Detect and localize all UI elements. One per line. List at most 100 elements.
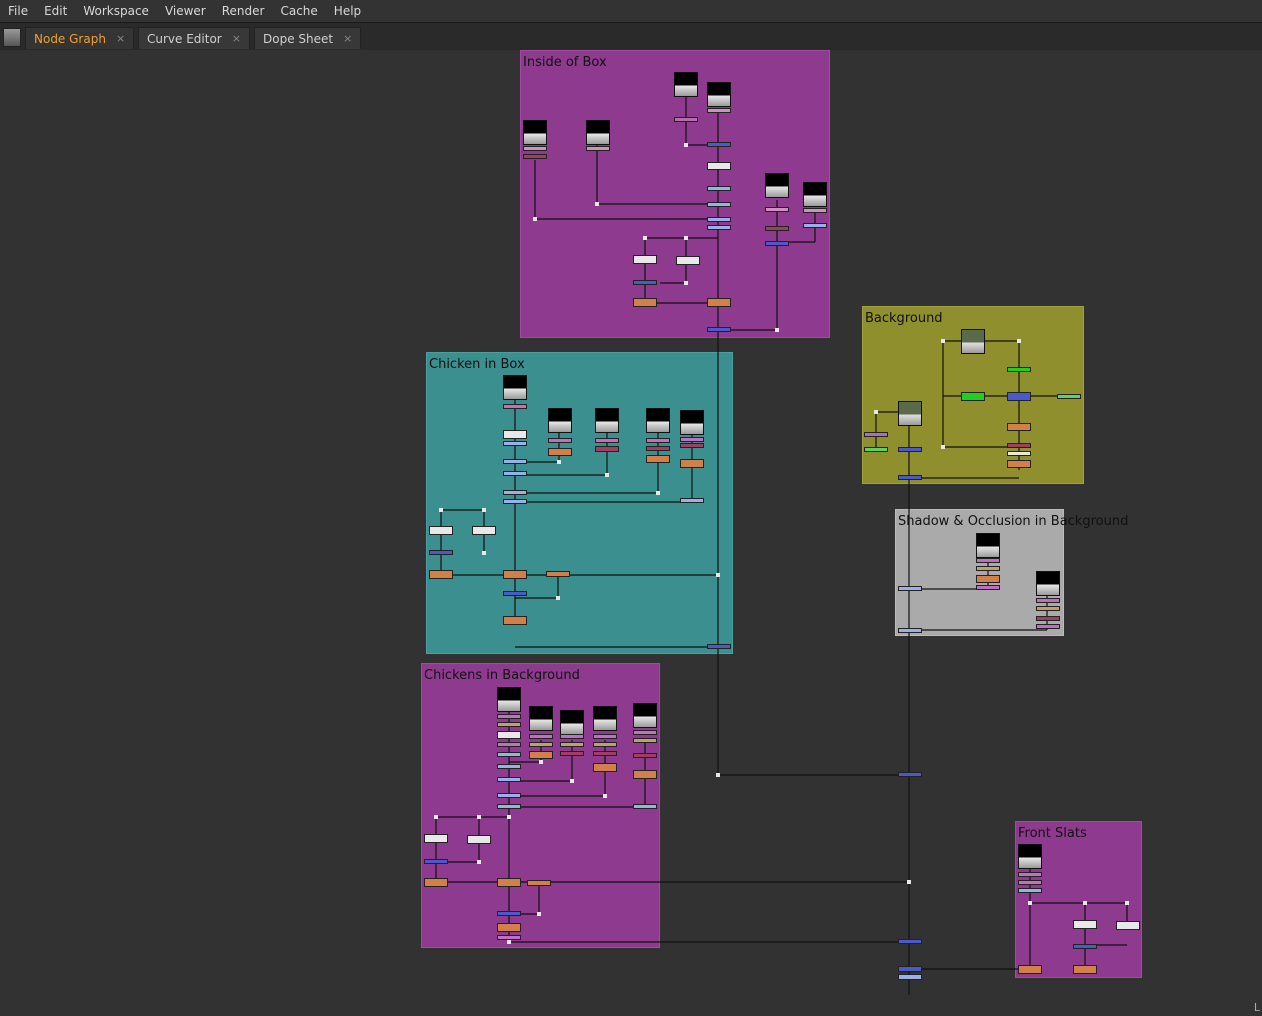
read-node[interactable] bbox=[1018, 844, 1042, 869]
read-node[interactable] bbox=[961, 329, 985, 354]
shuffle-node[interactable] bbox=[595, 438, 619, 443]
copy-node[interactable] bbox=[503, 430, 527, 439]
blur-node[interactable] bbox=[467, 835, 491, 844]
shuffle-node[interactable] bbox=[765, 207, 789, 212]
grade-node[interactable] bbox=[1007, 367, 1031, 372]
grade-node[interactable] bbox=[529, 751, 553, 759]
read-node[interactable] bbox=[674, 72, 698, 97]
shuffle-node[interactable] bbox=[593, 734, 617, 739]
grade-node[interactable] bbox=[1007, 460, 1031, 468]
merge-node[interactable] bbox=[898, 628, 922, 633]
merge-node[interactable] bbox=[680, 498, 704, 503]
dot-node[interactable] bbox=[656, 491, 660, 495]
grade-node[interactable] bbox=[1036, 606, 1060, 611]
grade-node[interactable] bbox=[633, 298, 657, 307]
read-node[interactable] bbox=[560, 710, 584, 735]
grade-node[interactable] bbox=[1073, 965, 1097, 974]
merge-node[interactable] bbox=[503, 499, 527, 504]
grade-node[interactable] bbox=[646, 455, 670, 463]
dot-node[interactable] bbox=[556, 596, 560, 600]
grade-node[interactable] bbox=[497, 923, 521, 932]
read-node[interactable] bbox=[548, 408, 572, 433]
grade-node[interactable] bbox=[765, 226, 789, 231]
grade-node[interactable] bbox=[503, 570, 527, 579]
merge-node[interactable] bbox=[898, 974, 922, 980]
merge-node[interactable] bbox=[497, 764, 521, 769]
read-node[interactable] bbox=[497, 687, 521, 712]
read-node[interactable] bbox=[595, 408, 619, 433]
blur-node[interactable] bbox=[676, 256, 700, 265]
grade-node[interactable] bbox=[546, 571, 570, 577]
dot-node[interactable] bbox=[507, 940, 511, 944]
merge-node[interactable] bbox=[503, 471, 527, 476]
shuffle-node[interactable] bbox=[1018, 872, 1042, 877]
grade-node[interactable] bbox=[560, 751, 584, 756]
dot-node[interactable] bbox=[603, 794, 607, 798]
shuffle-node[interactable] bbox=[503, 404, 527, 409]
grade-node[interactable] bbox=[527, 880, 551, 886]
grade-node[interactable] bbox=[593, 742, 617, 747]
merge-node[interactable] bbox=[898, 586, 922, 591]
merge-node[interactable] bbox=[707, 217, 731, 222]
merge-node[interactable] bbox=[424, 859, 448, 864]
dot-node[interactable] bbox=[874, 410, 878, 414]
read-node[interactable] bbox=[803, 182, 827, 207]
merge-node[interactable] bbox=[503, 490, 527, 495]
read-node[interactable] bbox=[898, 401, 922, 426]
read-node[interactable] bbox=[529, 706, 553, 731]
merge-node[interactable] bbox=[497, 911, 521, 916]
grade-node[interactable] bbox=[1018, 965, 1042, 974]
shuffle-node[interactable] bbox=[864, 432, 888, 437]
grade-node[interactable] bbox=[961, 392, 985, 401]
dot-node[interactable] bbox=[1017, 339, 1021, 343]
dot-node[interactable] bbox=[570, 779, 574, 783]
node-graph-canvas[interactable]: Inside of Box Chicken in Box Chickens in… bbox=[0, 50, 1262, 1016]
shuffle-node[interactable] bbox=[548, 438, 572, 443]
shuffle-node[interactable] bbox=[497, 742, 521, 747]
menu-help[interactable]: Help bbox=[326, 4, 369, 18]
merge-node[interactable] bbox=[707, 225, 731, 230]
merge-node[interactable] bbox=[803, 223, 827, 228]
shuffle-node[interactable] bbox=[1018, 880, 1042, 885]
shuffle-node[interactable] bbox=[707, 108, 731, 113]
grade-node[interactable] bbox=[560, 742, 584, 747]
shuffle-node[interactable] bbox=[976, 585, 1000, 590]
blur-node[interactable] bbox=[1073, 920, 1097, 929]
dot-node[interactable] bbox=[482, 508, 486, 512]
read-node[interactable] bbox=[1036, 571, 1060, 596]
dot-node[interactable] bbox=[477, 815, 481, 819]
merge-node[interactable] bbox=[707, 186, 731, 191]
merge-node[interactable] bbox=[898, 939, 922, 944]
tab-curve-editor[interactable]: Curve Editor × bbox=[138, 27, 250, 49]
close-icon[interactable]: × bbox=[232, 32, 241, 45]
merge-node[interactable] bbox=[503, 591, 527, 596]
grade-node[interactable] bbox=[864, 447, 888, 452]
grade-node[interactable] bbox=[976, 566, 1000, 571]
merge-node[interactable] bbox=[503, 441, 527, 446]
dot-node[interactable] bbox=[477, 860, 481, 864]
shuffle-node[interactable] bbox=[1036, 624, 1060, 629]
grade-node[interactable] bbox=[1007, 443, 1031, 448]
merge-node[interactable] bbox=[633, 804, 657, 809]
grade-node[interactable] bbox=[633, 753, 657, 758]
grade-node[interactable] bbox=[424, 878, 448, 887]
menu-file[interactable]: File bbox=[0, 4, 36, 18]
grade-node[interactable] bbox=[523, 154, 547, 159]
blur-node[interactable] bbox=[633, 255, 657, 264]
dot-node[interactable] bbox=[941, 445, 945, 449]
shuffle-node[interactable] bbox=[1036, 598, 1060, 603]
dot-node[interactable] bbox=[941, 339, 945, 343]
tab-node-graph[interactable]: Node Graph × bbox=[25, 27, 135, 49]
shuffle-node[interactable] bbox=[529, 734, 553, 739]
dot-node[interactable] bbox=[557, 460, 561, 464]
merge-node[interactable] bbox=[497, 804, 521, 809]
grade-node[interactable] bbox=[593, 763, 617, 772]
merge-node[interactable] bbox=[497, 793, 521, 798]
read-node[interactable] bbox=[523, 120, 547, 145]
read-node[interactable] bbox=[680, 410, 704, 435]
shuffle-node[interactable] bbox=[633, 730, 657, 735]
blur-node[interactable] bbox=[429, 526, 453, 535]
menu-cache[interactable]: Cache bbox=[272, 4, 325, 18]
dot-node[interactable] bbox=[439, 508, 443, 512]
shuffle-node[interactable] bbox=[586, 146, 610, 151]
